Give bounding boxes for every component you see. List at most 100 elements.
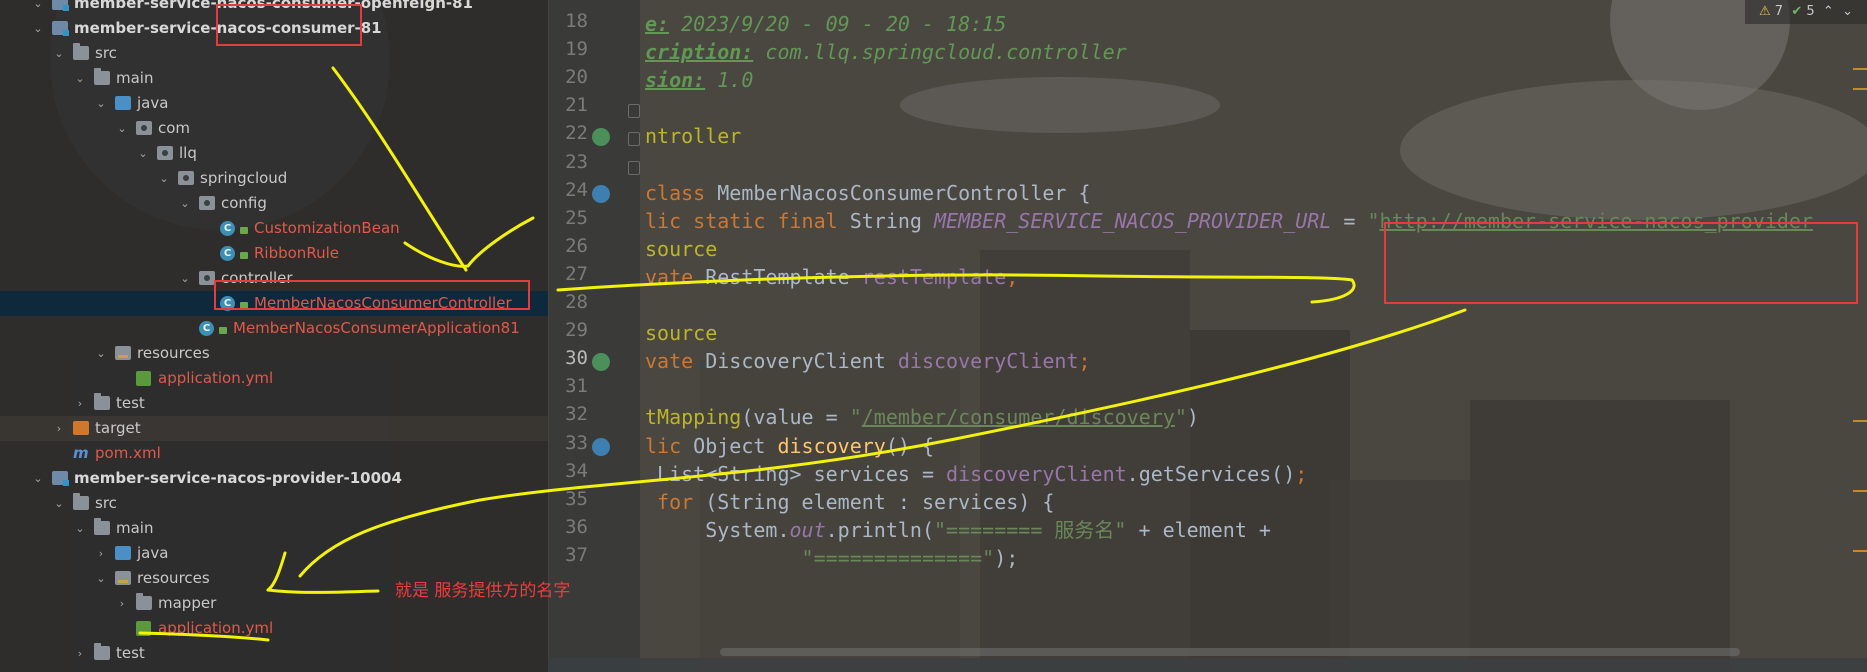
chevron-down-icon[interactable]: ⌄ (95, 341, 107, 366)
code-token: " (1174, 405, 1187, 430)
scroll-marker[interactable] (1853, 88, 1867, 90)
chevron-right-icon[interactable]: › (74, 641, 86, 666)
tree-item[interactable]: ⌄ main (0, 66, 548, 91)
resources-folder-icon (115, 346, 131, 360)
code-token: for (645, 489, 706, 514)
chevron-down-icon[interactable]: ⌄ (74, 516, 86, 541)
tree-item[interactable]: ⌄ member-service-nacos-provider-10004 (0, 466, 548, 491)
chevron-down-icon[interactable]: ⌄ (32, 0, 44, 16)
chevron-down-icon[interactable]: ⌄ (74, 66, 86, 91)
fold-icon[interactable] (628, 104, 640, 119)
code-line[interactable]: List<String> services = discoveryClient.… (645, 459, 1307, 489)
previous-highlight-icon[interactable]: ⌃ (1823, 4, 1834, 19)
line-number: 25 (565, 206, 588, 229)
tree-item[interactable]: C CustomizationBean (0, 216, 548, 241)
tree-item[interactable]: ⌄ resources (0, 341, 548, 366)
tree-item[interactable]: ⌄ config (0, 191, 548, 216)
code-line[interactable]: for (String element : services) { (645, 487, 1054, 517)
tree-item[interactable]: › java (0, 541, 548, 566)
code-line[interactable]: "=============="); (645, 543, 1019, 573)
line-number: 24 (565, 178, 588, 201)
code-line[interactable]: class MemberNacosConsumerController { (645, 178, 1091, 208)
code-token: MemberNacosConsumerController { (717, 180, 1091, 205)
tree-item[interactable]: ⌄ com (0, 116, 548, 141)
horizontal-scrollbar[interactable] (720, 648, 1740, 656)
code-token: System. (645, 517, 790, 542)
folder-icon (94, 643, 110, 660)
tree-item-label: springcloud (200, 169, 288, 187)
line-number: 35 (565, 487, 588, 510)
code-line[interactable]: source (645, 234, 717, 264)
tree-item-label: main (116, 519, 154, 537)
chevron-down-icon[interactable]: ⌄ (53, 41, 65, 66)
code-line[interactable]: sion: 1.0 (645, 65, 753, 95)
tree-item-label: src (95, 44, 117, 62)
fold-icon[interactable] (628, 160, 640, 175)
scroll-marker[interactable] (1853, 490, 1867, 492)
chevron-down-icon[interactable]: ⌄ (179, 266, 191, 291)
code-token: discoveryClient (897, 349, 1079, 374)
line-number: 31 (565, 375, 588, 398)
chevron-down-icon[interactable]: ⌄ (95, 91, 107, 116)
project-tree-panel: ⌄ member-service-nacos-consumer-openfeign… (0, 0, 548, 672)
code-line[interactable]: vate RestTemplate restTemplate; (645, 262, 1018, 292)
chevron-down-icon[interactable]: ⌄ (53, 491, 65, 516)
code-token: 1.0 (705, 68, 754, 93)
chevron-down-icon[interactable]: ⌄ (137, 141, 149, 166)
tree-item[interactable]: C RibbonRule (0, 241, 548, 266)
chevron-down-icon[interactable]: ⌄ (116, 116, 128, 141)
chevron-right-icon[interactable]: › (95, 541, 107, 566)
scroll-marker[interactable] (1853, 550, 1867, 552)
tree-item[interactable]: › test (0, 641, 548, 666)
spring-bean-icon[interactable] (592, 184, 610, 203)
chevron-down-icon[interactable]: ⌄ (32, 16, 44, 41)
next-highlight-icon[interactable]: ⌄ (1842, 4, 1853, 19)
chevron-down-icon[interactable]: ⌄ (95, 566, 107, 591)
code-token: e: (645, 12, 670, 36)
code-line[interactable]: cription: com.llq.springcloud.controller (645, 37, 1127, 67)
tree-item[interactable]: m pom.xml (0, 441, 548, 466)
code-line[interactable]: e: 2023/9/20 - 09 - 20 - 18:15 (645, 9, 1006, 39)
annotation-box-controller (214, 280, 530, 310)
tree-item[interactable]: ⌄ llq (0, 141, 548, 166)
tree-item-label: MemberNacosConsumerApplication81 (233, 319, 520, 337)
tree-item-label: java (137, 544, 169, 562)
code-line[interactable]: ntroller (645, 121, 741, 151)
chevron-down-icon[interactable]: ⌄ (32, 466, 44, 491)
code-token: /member/consumer/discovery (861, 405, 1175, 430)
tree-item[interactable]: › test (0, 391, 548, 416)
chevron-right-icon[interactable]: › (53, 416, 65, 441)
inspection-widget[interactable]: ⚠ 7 ✔ 5 ⌃ ⌄ (1744, 0, 1867, 24)
code-token: lic (645, 433, 694, 458)
code-line[interactable]: System.out.println("======== 服务名" + elem… (645, 515, 1271, 545)
chevron-right-icon[interactable]: › (116, 591, 128, 616)
scroll-marker[interactable] (1853, 68, 1867, 70)
tree-item[interactable]: application.yml (0, 616, 548, 641)
tree-item[interactable]: ⌄ main (0, 516, 548, 541)
tree-item[interactable]: ⌄ springcloud (0, 166, 548, 191)
tree-item[interactable]: ⌄ src (0, 491, 548, 516)
tree-item[interactable]: C MemberNacosConsumerApplication81 (0, 316, 548, 341)
tree-item[interactable]: ⌄ java (0, 91, 548, 116)
run-gutter-icon[interactable] (592, 128, 610, 147)
code-token: 2023/9/20 - 09 - 20 - 18:15 (669, 12, 1007, 36)
line-number: 34 (565, 459, 588, 482)
chevron-down-icon[interactable]: ⌄ (158, 166, 170, 191)
tree-item[interactable]: application.yml (0, 366, 548, 391)
chevron-right-icon[interactable]: › (74, 391, 86, 416)
tree-item-label: target (95, 419, 141, 437)
code-token: discovery (777, 433, 886, 458)
code-line[interactable]: lic Object discovery() { (645, 431, 934, 461)
tree-item[interactable]: › target (0, 416, 548, 441)
code-line[interactable]: tMapping(value = "/member/consumer/disco… (645, 402, 1199, 432)
run-gutter-icon[interactable] (592, 353, 610, 372)
code-editor[interactable]: e: 2023/9/20 - 09 - 20 - 18:15 cription: … (645, 0, 1845, 672)
spring-bean-icon[interactable] (592, 437, 610, 456)
folder-icon (73, 493, 89, 510)
chevron-down-icon[interactable]: ⌄ (179, 191, 191, 216)
code-line[interactable]: vate DiscoveryClient discoveryClient; (645, 346, 1091, 376)
code-token: ==============" (813, 545, 995, 570)
fold-icon[interactable] (628, 132, 640, 147)
scroll-marker[interactable] (1853, 420, 1867, 422)
code-line[interactable]: source (645, 318, 717, 348)
